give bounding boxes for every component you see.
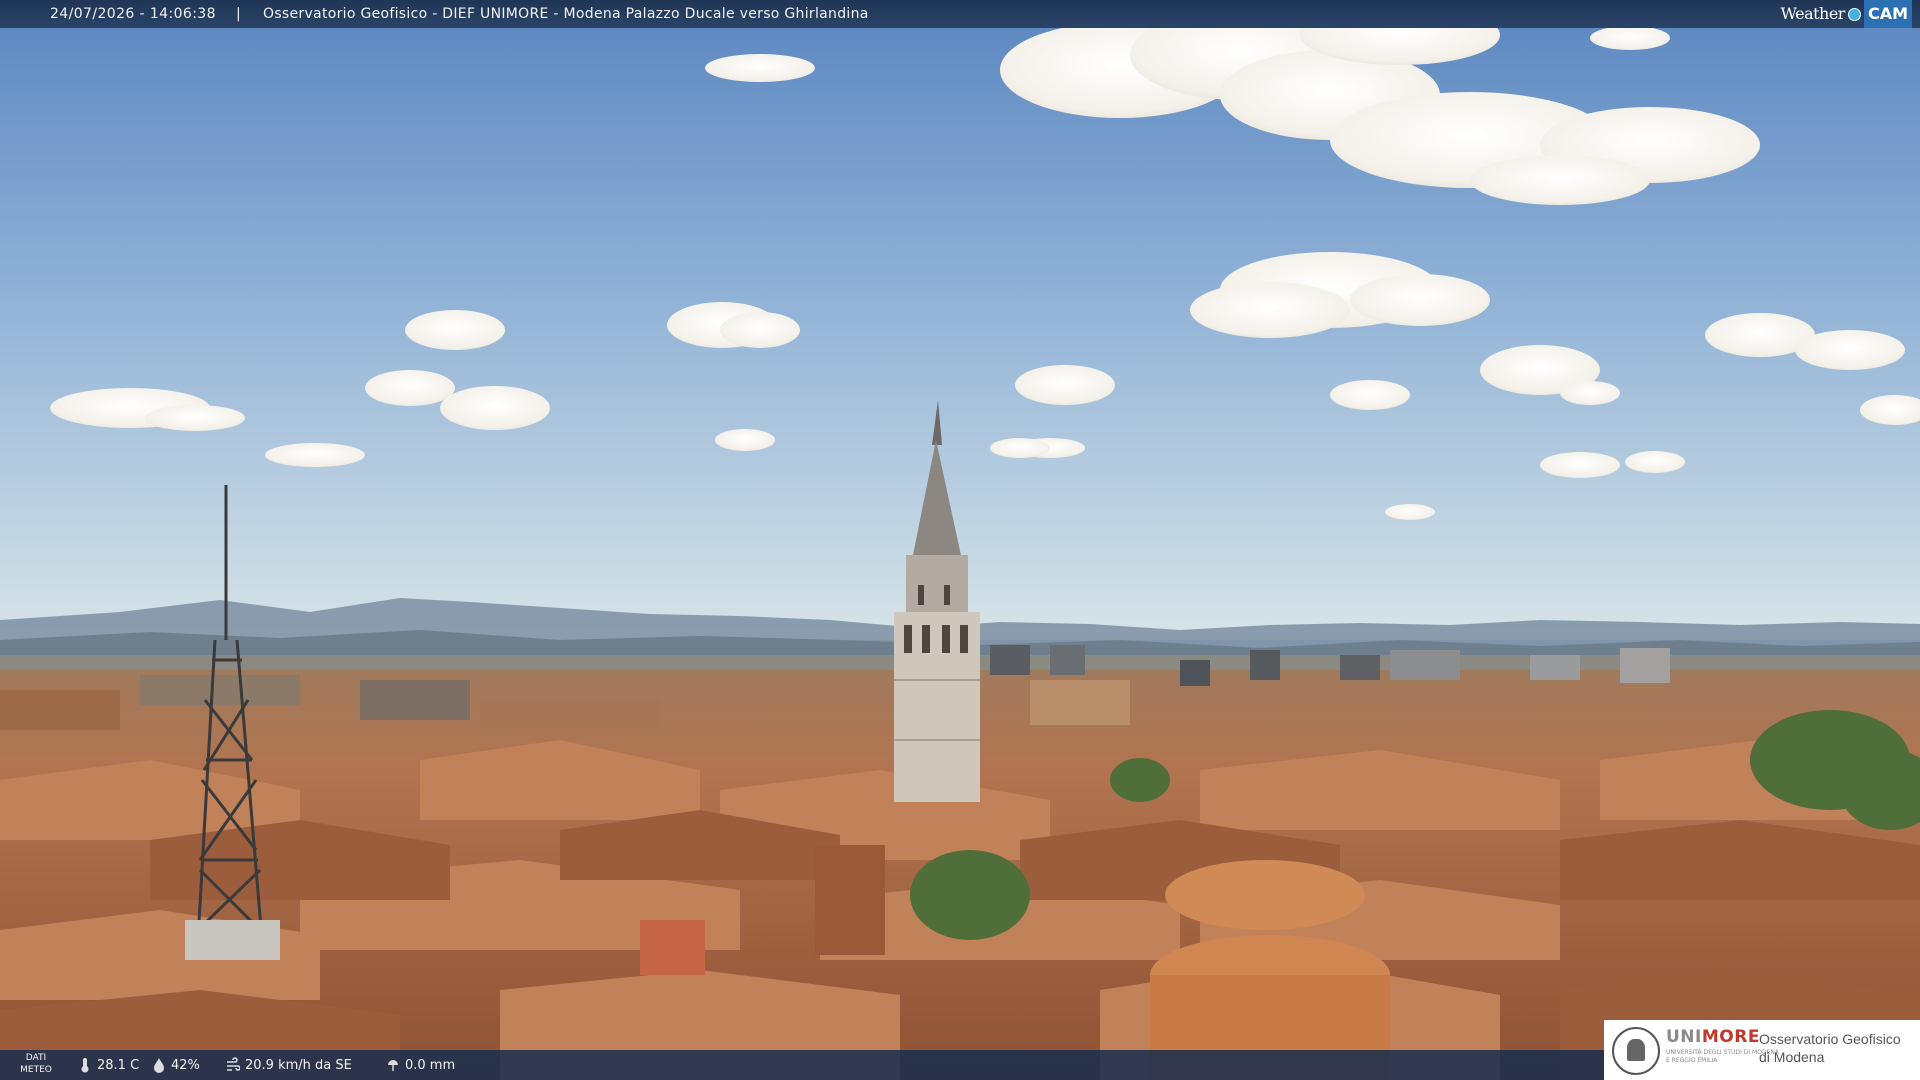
weather-label: DATI METEO	[20, 1053, 52, 1075]
brand-dot-icon	[1847, 7, 1861, 21]
webcam-image	[0, 0, 1920, 1080]
unimore-wordmark: UNIMORE	[1666, 1027, 1760, 1047]
temperature-reading: 28.1 C	[78, 1050, 139, 1080]
sky	[0, 0, 1920, 640]
brand-cam: CAM	[1863, 0, 1912, 28]
wind-icon	[227, 1057, 240, 1071]
weathercam-logo: Weather CAM	[1780, 0, 1912, 28]
unimore-logo: UNIMORE UNIVERSITÀ DEGLI STUDI DI MODENA…	[1604, 1020, 1920, 1080]
wind-reading: 20.9 km/h da SE	[226, 1050, 352, 1080]
brand-weather: Weather	[1780, 4, 1845, 23]
timestamp: 24/07/2026 - 14:06:38	[50, 6, 216, 22]
rain-gauge-icon	[388, 1060, 398, 1071]
header-bar: 24/07/2026 - 14:06:38 | Osservatorio Geo…	[0, 0, 1920, 28]
university-seal-icon	[1612, 1027, 1660, 1075]
camera-title: Osservatorio Geofisico - DIEF UNIMORE - …	[263, 6, 869, 22]
observatory-name: Osservatorio Geofisico di Modena	[1759, 1031, 1901, 1065]
humidity-reading: 42%	[152, 1050, 200, 1080]
humidity-icon	[154, 1058, 164, 1073]
rain-reading: 0.0 mm	[386, 1050, 455, 1080]
thermometer-icon	[81, 1058, 89, 1073]
header-separator: |	[236, 6, 241, 22]
